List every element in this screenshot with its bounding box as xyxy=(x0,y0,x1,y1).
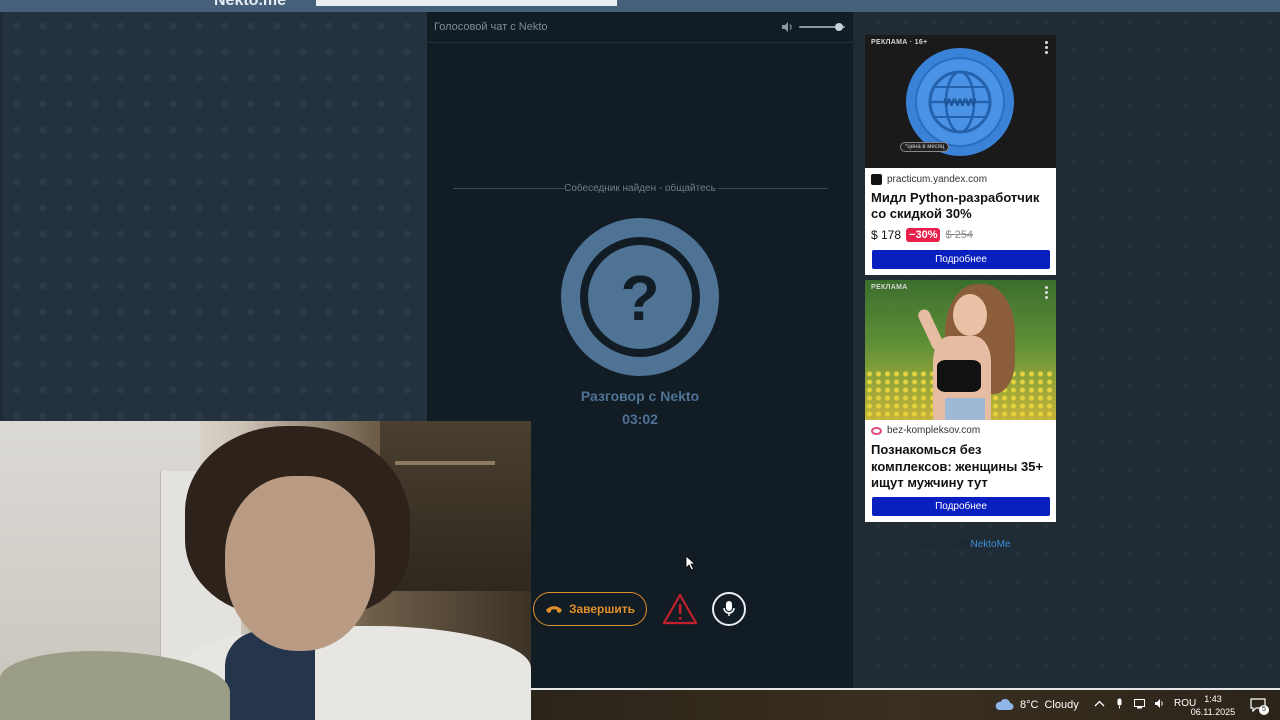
webcam-face xyxy=(225,476,375,651)
ad-image-arm xyxy=(916,307,946,353)
volume-slider-handle[interactable] xyxy=(835,23,844,31)
site-logo[interactable]: Nekto.me xyxy=(214,0,286,10)
anonymous-avatar-icon: ? xyxy=(561,218,719,376)
taskbar-clock[interactable]: 1:43 06.11.2025 xyxy=(1183,693,1243,719)
windows-taskbar: 8°C Cloudy ROU 1:43 06.11.2025 5 xyxy=(531,688,1280,720)
ad-source: bez-kompleksov.com xyxy=(871,425,980,436)
clock-time: 1:43 xyxy=(1204,694,1222,704)
dating-favicon-icon xyxy=(871,426,882,435)
webcam-shelf xyxy=(395,461,495,465)
end-call-label: Завершить xyxy=(568,602,636,616)
ad-image-top xyxy=(937,360,981,392)
ad-details-button[interactable]: Подробнее xyxy=(872,497,1050,516)
mouse-cursor-icon xyxy=(685,555,697,571)
ad-old-price: $ 254 xyxy=(945,229,974,241)
system-tray: ROU xyxy=(1094,698,1196,709)
webcam-overlay xyxy=(0,421,531,720)
avatar-symbol: ? xyxy=(620,262,659,334)
header-field xyxy=(316,0,617,6)
ad-image[interactable]: РЕКЛАМА · 16+ www *цена в месяц xyxy=(865,35,1056,168)
chat-header: Голосовой чат с Nekto xyxy=(427,12,853,43)
ad-source: practicum.yandex.com xyxy=(871,174,987,185)
clock-date: 06.11.2025 xyxy=(1190,707,1236,717)
ad-details-button[interactable]: Подробнее xyxy=(872,250,1050,269)
left-panel xyxy=(3,12,427,421)
chat-title: Голосовой чат с Nekto xyxy=(434,21,548,33)
ad-source-domain: bez-kompleksov.com xyxy=(887,425,981,436)
ad-image-shorts xyxy=(945,398,985,420)
site-header: Nekto.me xyxy=(0,0,1280,12)
ad-card-dating[interactable]: РЕКЛАМА bez-kompleksov.com Познакомься б… xyxy=(865,280,1056,522)
ad-image[interactable]: РЕКЛАМА xyxy=(865,280,1056,420)
network-icon[interactable] xyxy=(1134,698,1145,709)
microphone-button[interactable] xyxy=(712,592,746,626)
microphone-tray-icon[interactable] xyxy=(1114,698,1125,709)
ad-image-note: *цена в месяц xyxy=(900,142,950,152)
svg-text:www: www xyxy=(943,93,977,109)
ad-source-domain: practicum.yandex.com xyxy=(887,174,988,185)
ad-discount-badge: −30% xyxy=(906,228,941,242)
ad-title[interactable]: Мидл Python-разработчик со скидкой 30% xyxy=(871,190,1053,222)
ad-menu-icon[interactable] xyxy=(1045,41,1048,56)
speaker-icon[interactable] xyxy=(780,20,794,34)
ad-card-python[interactable]: РЕКЛАМА · 16+ www *цена в месяц practicu… xyxy=(865,35,1056,275)
ad-label: РЕКЛАМА · 16+ xyxy=(871,39,928,46)
volume-icon[interactable] xyxy=(1154,698,1165,709)
ad-title[interactable]: Познакомься без комплексов: женщины 35+ … xyxy=(871,442,1055,492)
weather-condition: Cloudy xyxy=(1044,698,1079,711)
ad-price-row: $ 178 −30% $ 254 xyxy=(871,228,973,242)
end-call-button[interactable]: Завершить xyxy=(533,592,647,626)
microphone-icon xyxy=(723,601,735,616)
status-divider-right xyxy=(718,188,828,189)
cloud-icon xyxy=(995,698,1014,710)
copyright: © 2011-2025 NektoMe xyxy=(865,539,1056,550)
ad-menu-icon[interactable] xyxy=(1045,286,1048,301)
conversation-name: Разговор с Nekto xyxy=(580,388,700,404)
ad-image-face xyxy=(953,294,987,336)
nektome-link[interactable]: NektoMe xyxy=(971,539,1011,550)
copyright-text: © 2011-2025 xyxy=(910,539,968,550)
weather-widget[interactable]: 8°C Cloudy xyxy=(994,698,1079,711)
weather-temperature: 8°C xyxy=(1020,698,1039,711)
report-warning-icon[interactable] xyxy=(662,592,698,626)
notification-count-badge: 5 xyxy=(1259,705,1269,715)
ad-price: $ 178 xyxy=(871,228,902,242)
practicum-favicon-icon xyxy=(871,174,882,185)
ad-label: РЕКЛАМА xyxy=(871,284,908,291)
phone-hangup-icon xyxy=(545,606,562,613)
globe-coin-icon: www xyxy=(906,48,1014,156)
chevron-up-icon[interactable] xyxy=(1094,698,1105,709)
